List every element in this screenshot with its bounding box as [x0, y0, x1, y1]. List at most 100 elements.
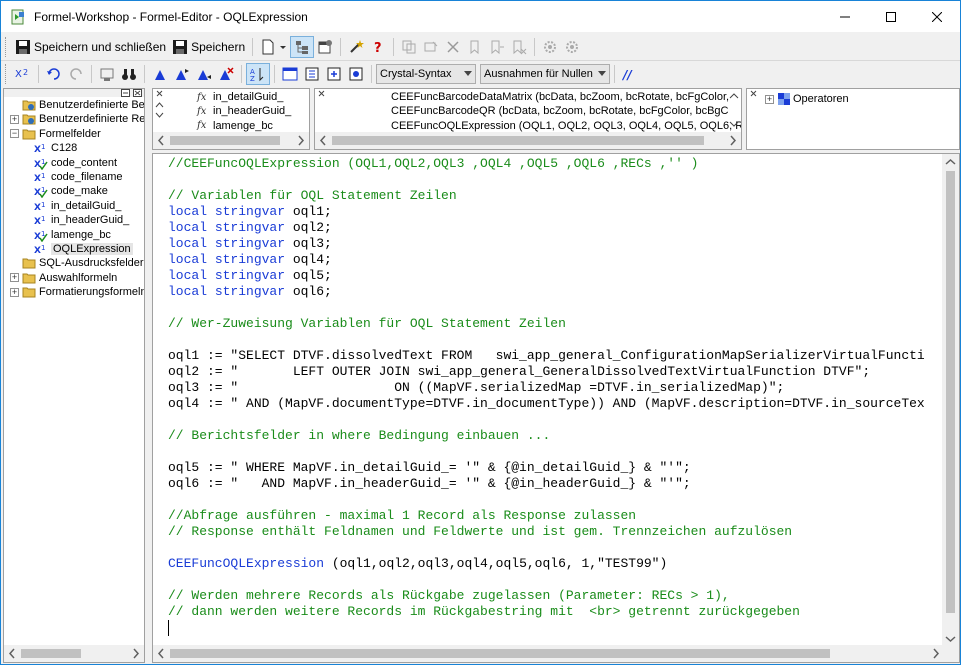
scroll-thumb[interactable]	[332, 136, 704, 145]
code-editor[interactable]: //CEEFuncOQLExpression (OQL1,OQL2,OQL3 ,…	[152, 153, 960, 663]
properties-button[interactable]	[314, 36, 336, 58]
fields-panel-icon	[282, 67, 298, 81]
editor-hscrollbar[interactable]	[153, 645, 944, 662]
chevron-down-icon[interactable]	[729, 119, 739, 129]
scroll-thumb[interactable]	[170, 649, 830, 658]
expand-icon[interactable]: +	[765, 94, 774, 104]
tree-item[interactable]: X 1 in_headerGuid_	[34, 213, 129, 227]
function-item[interactable]: CEEFuncBarcodeDataMatrix (bcData, bcZoom…	[391, 90, 729, 104]
save-and-close-button[interactable]: Speichern und schließen	[12, 36, 169, 58]
scroll-right-icon[interactable]	[127, 645, 144, 662]
toggle-operators-button[interactable]	[323, 63, 345, 85]
close-icon[interactable]	[133, 89, 142, 97]
settings-button[interactable]	[539, 36, 561, 58]
editor-vscrollbar[interactable]	[942, 154, 959, 647]
rename-button[interactable]	[420, 36, 442, 58]
bookmark-next-button[interactable]	[486, 36, 508, 58]
scroll-left-icon[interactable]	[153, 132, 170, 149]
fields-hscrollbar[interactable]	[153, 132, 309, 149]
collapse-icon[interactable]: −	[10, 129, 19, 139]
tree-item[interactable]: X 1 code_make	[34, 184, 108, 199]
chevron-down-icon[interactable]	[155, 111, 164, 119]
toggle-functions-button[interactable]	[301, 63, 323, 85]
scroll-thumb[interactable]	[170, 136, 280, 145]
maximize-button[interactable]	[868, 1, 914, 32]
scroll-left-icon[interactable]	[153, 645, 170, 662]
scroll-thumb[interactable]	[21, 649, 81, 658]
copy-button[interactable]	[398, 36, 420, 58]
null-handling-dropdown[interactable]: Ausnahmen für Nullen	[480, 64, 610, 84]
bookmark-set-button[interactable]	[149, 63, 171, 85]
tree-item[interactable]: X 1 in_detailGuid_	[34, 199, 121, 213]
bookmark-toggle-button[interactable]	[464, 36, 486, 58]
browse-data-button[interactable]	[96, 63, 118, 85]
tree-item[interactable]: − Formelfelder	[10, 127, 101, 141]
svg-text:X: X	[34, 246, 41, 256]
field-item[interactable]: fx in_detailGuid_	[197, 90, 283, 104]
expert-button[interactable]	[345, 36, 367, 58]
sort-icon: AZ	[250, 68, 264, 82]
tree-item[interactable]: + Auswahlformeln	[10, 271, 117, 285]
scroll-up-icon[interactable]	[942, 154, 959, 171]
scroll-thumb[interactable]	[946, 171, 955, 613]
redo-button[interactable]	[65, 63, 87, 85]
tree-view-icon	[296, 40, 309, 54]
bookmark-remove-button[interactable]	[215, 63, 237, 85]
tree-item[interactable]: X 1 code_content	[34, 156, 117, 170]
toggle-tree-button[interactable]	[290, 35, 315, 58]
functions-hscrollbar[interactable]	[315, 132, 741, 149]
toggle-editor-button[interactable]	[345, 63, 367, 85]
expand-icon[interactable]: +	[10, 287, 19, 297]
find-button[interactable]	[118, 63, 140, 85]
tree-item[interactable]: +SQL-Ausdrucksfelder	[10, 256, 144, 270]
tree-hscrollbar[interactable]	[4, 645, 144, 662]
comment-button[interactable]: //	[619, 63, 641, 85]
function-item[interactable]: CEEFuncBarcodeQR (bcData, bcZoom, bcRota…	[391, 104, 728, 118]
options-button[interactable]	[561, 36, 583, 58]
undo-button[interactable]	[43, 63, 65, 85]
chevron-up-icon[interactable]	[155, 101, 164, 109]
scroll-left-icon[interactable]	[315, 132, 332, 149]
tree-item[interactable]: +Benutzerdefinierte Ber	[10, 98, 144, 112]
formula-code[interactable]: //CEEFuncOQLExpression (OQL1,OQL2,OQL3 ,…	[168, 156, 925, 620]
new-formula-button[interactable]	[257, 36, 290, 58]
chevron-up-icon[interactable]	[729, 91, 739, 101]
function-item[interactable]: CEEFuncOQLExpression (OQL1, OQL2, OQL3, …	[391, 119, 741, 133]
tree-item[interactable]: X 1 OQLExpression	[34, 242, 133, 256]
delete-button[interactable]	[442, 36, 464, 58]
help-button[interactable]: ?	[367, 36, 389, 58]
tree-item[interactable]: X 1 C128	[34, 141, 77, 155]
toolbar-grip[interactable]	[5, 36, 8, 57]
close-icon[interactable]	[317, 90, 326, 98]
tree-item[interactable]: X 1 lamenge_bc	[34, 228, 111, 242]
field-item[interactable]: fx lamenge_bc	[197, 119, 273, 133]
toolbar-grip[interactable]	[5, 64, 8, 84]
tree-item[interactable]: X 1 code_filename	[34, 170, 123, 184]
save-button[interactable]: Speichern	[169, 36, 248, 58]
svg-text:Z: Z	[250, 75, 255, 82]
tree-item[interactable]: + Benutzerdefinierte Re	[10, 112, 144, 126]
bookmark-next2-button[interactable]	[171, 63, 193, 85]
sort-button[interactable]: AZ	[246, 63, 270, 85]
tree-item[interactable]: + Formatierungsformeln	[10, 285, 144, 299]
bookmark-clear-button[interactable]	[508, 36, 530, 58]
scroll-left-icon[interactable]	[4, 645, 21, 662]
close-icon[interactable]	[155, 90, 164, 98]
expand-icon[interactable]: +	[10, 273, 19, 283]
close-button[interactable]	[914, 1, 960, 32]
scroll-right-icon[interactable]	[292, 132, 309, 149]
close-icon[interactable]	[749, 90, 758, 98]
bookmark-prev-button[interactable]	[193, 63, 215, 85]
scroll-right-icon[interactable]	[724, 132, 741, 149]
field-item[interactable]: fx in_headerGuid_	[197, 104, 291, 118]
pin-icon[interactable]	[121, 89, 130, 97]
expand-icon[interactable]: +	[10, 114, 19, 124]
check-syntax-button[interactable]: X2	[12, 63, 34, 85]
maximize-icon	[886, 11, 896, 22]
syntax-dropdown[interactable]: Crystal-Syntax	[376, 64, 476, 84]
toggle-fields-button[interactable]	[279, 63, 301, 85]
operators-node[interactable]: + Operatoren	[765, 92, 849, 106]
toolbar-separator	[371, 65, 372, 83]
minimize-button[interactable]	[822, 1, 868, 32]
